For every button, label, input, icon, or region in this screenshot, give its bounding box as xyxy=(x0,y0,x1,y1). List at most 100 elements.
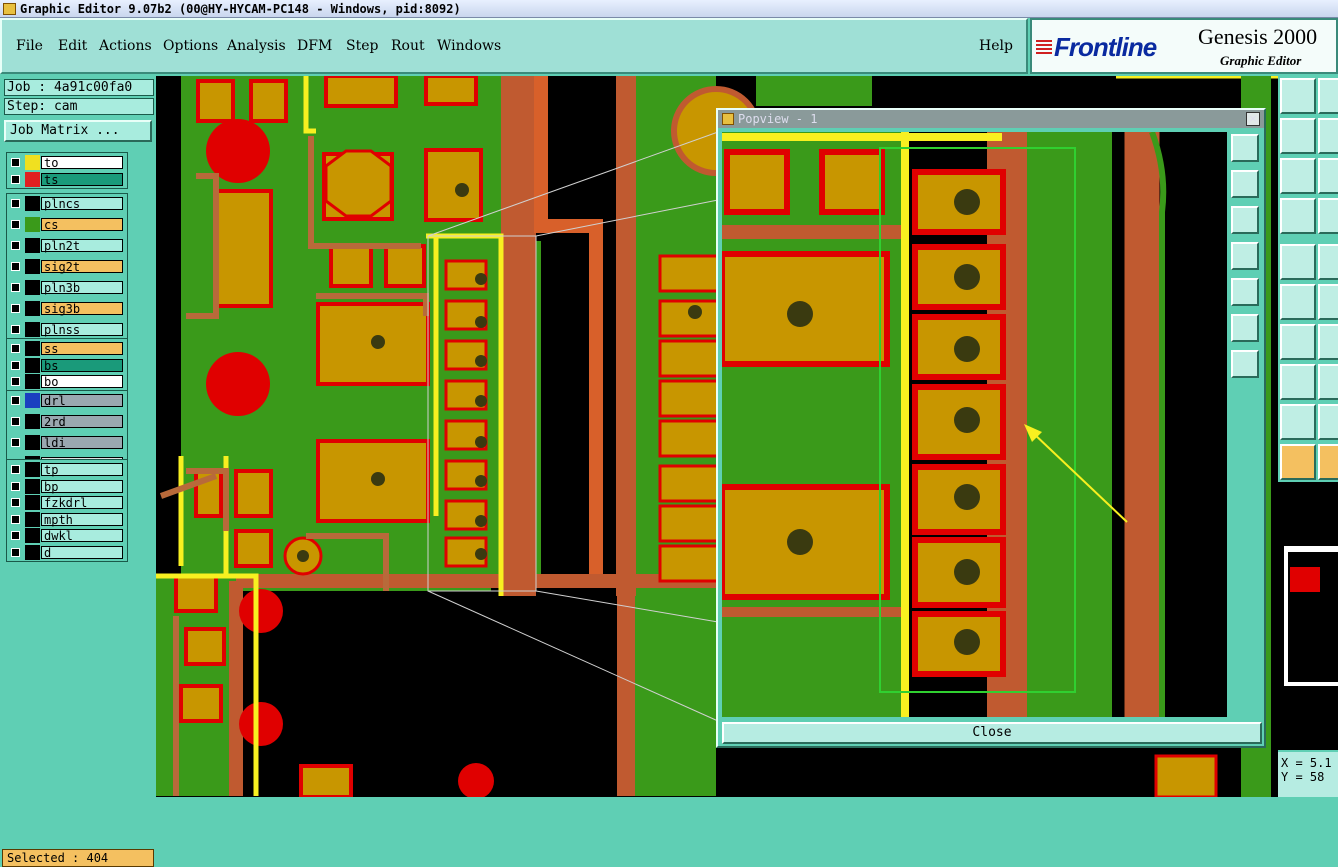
layer-row-pln3b[interactable]: pln3b xyxy=(7,280,127,295)
menu-windows[interactable]: Windows xyxy=(437,38,501,54)
menu-file[interactable]: File xyxy=(16,38,43,54)
layer-name[interactable]: ldi xyxy=(41,436,123,450)
tool-home-icon[interactable] xyxy=(1280,78,1316,114)
layer-name[interactable]: cs xyxy=(41,218,123,232)
layer-name[interactable]: bs xyxy=(41,358,123,372)
layer-name[interactable]: d xyxy=(41,545,123,559)
pop-tool-right-icon[interactable] xyxy=(1231,278,1259,306)
layer-name[interactable]: drl xyxy=(41,394,123,408)
layer-name[interactable]: to xyxy=(41,156,123,170)
layer-checkbox[interactable] xyxy=(11,283,20,292)
menu-help[interactable]: Help xyxy=(979,38,1013,54)
layer-checkbox[interactable] xyxy=(11,481,20,491)
layer-checkbox[interactable] xyxy=(11,438,20,447)
layer-name[interactable]: 2rd xyxy=(41,415,123,429)
layer-checkbox[interactable] xyxy=(11,360,20,370)
layer-row-ts[interactable]: ts xyxy=(7,171,127,187)
layer-name[interactable]: plnss xyxy=(41,323,123,337)
layer-row-drl[interactable]: drl xyxy=(7,393,127,408)
layer-checkbox[interactable] xyxy=(11,325,20,334)
layer-checkbox[interactable] xyxy=(11,262,20,271)
layer-name[interactable]: dwkl xyxy=(41,529,123,543)
layer-row-d[interactable]: d xyxy=(7,544,127,560)
layer-checkbox[interactable] xyxy=(11,547,20,557)
layer-name[interactable]: tp xyxy=(41,463,123,477)
pop-tool-down-icon[interactable] xyxy=(1231,206,1259,234)
tool-cross-icon[interactable] xyxy=(1318,284,1338,320)
tool-pointer2-icon[interactable] xyxy=(1318,444,1338,480)
layer-row-sig2t[interactable]: sig2t xyxy=(7,259,127,274)
tool-angle-icon[interactable] xyxy=(1280,324,1316,360)
layer-row-cs[interactable]: cs xyxy=(7,217,127,232)
tool-zoom-fit2-icon[interactable] xyxy=(1318,158,1338,194)
layer-checkbox[interactable] xyxy=(11,241,20,250)
layer-checkbox[interactable] xyxy=(11,377,20,386)
pop-tool-zoom-in-icon[interactable] xyxy=(1231,314,1259,342)
menu-rout[interactable]: Rout xyxy=(391,38,425,54)
layer-checkbox[interactable] xyxy=(11,396,20,405)
layer-row-ss[interactable]: ss xyxy=(7,341,127,356)
layer-row-mpth[interactable]: mpth xyxy=(7,511,127,527)
tool-pan-icon[interactable] xyxy=(1280,118,1316,154)
layer-checkbox[interactable] xyxy=(11,498,20,507)
layer-checkbox[interactable] xyxy=(11,220,20,229)
tool-triangle2-icon[interactable] xyxy=(1318,404,1338,440)
tool-select-icon[interactable] xyxy=(1280,244,1316,280)
layer-row-bo[interactable]: bo xyxy=(7,374,127,389)
menu-actions[interactable]: Actions xyxy=(99,38,152,54)
tool-snap-icon[interactable] xyxy=(1280,364,1316,400)
layer-name[interactable]: pln2t xyxy=(41,239,123,253)
layer-checkbox[interactable] xyxy=(11,417,20,426)
pop-tool-zoom-out-icon[interactable] xyxy=(1231,350,1259,378)
layer-row-2rd[interactable]: 2rd xyxy=(7,414,127,429)
layer-name[interactable]: plncs xyxy=(41,197,123,211)
layer-row-sig3b[interactable]: sig3b xyxy=(7,301,127,316)
tool-snap2-icon[interactable] xyxy=(1318,364,1338,400)
menu-dfm[interactable]: DFM xyxy=(297,38,332,54)
popview-close-icon[interactable]: × xyxy=(1246,112,1260,126)
menu-edit[interactable]: Edit xyxy=(58,38,87,54)
layer-name[interactable]: fzkdrl xyxy=(41,496,123,510)
popview-title-bar[interactable]: Popview - 1 × xyxy=(718,110,1264,128)
pop-tool-left-icon[interactable] xyxy=(1231,242,1259,270)
tool-pointer-icon[interactable] xyxy=(1280,444,1316,480)
tool-zoom-fit-icon[interactable] xyxy=(1280,158,1316,194)
layer-checkbox[interactable] xyxy=(11,514,20,524)
tool-angle2-icon[interactable] xyxy=(1318,324,1338,360)
layer-checkbox[interactable] xyxy=(11,199,20,208)
layer-name[interactable]: pln3b xyxy=(41,281,123,295)
tool-line-icon[interactable] xyxy=(1318,244,1338,280)
layer-name[interactable]: bo xyxy=(41,375,123,389)
layer-name[interactable]: sig3b xyxy=(41,302,123,316)
job-matrix-button[interactable]: Job Matrix ... xyxy=(4,120,152,142)
tool-home2-icon[interactable] xyxy=(1318,78,1338,114)
pop-tool-fit-icon[interactable] xyxy=(1231,134,1259,162)
layer-name[interactable]: sig2t xyxy=(41,260,123,274)
layer-checkbox[interactable] xyxy=(11,174,20,184)
menu-step[interactable]: Step xyxy=(346,38,378,54)
menu-analysis[interactable]: Analysis xyxy=(227,38,286,54)
layer-name[interactable]: bp xyxy=(41,479,123,493)
layer-row-dwkl[interactable]: dwkl xyxy=(7,528,127,543)
layer-row-to[interactable]: to xyxy=(7,155,127,170)
tool-pan2-icon[interactable] xyxy=(1318,118,1338,154)
mini-map[interactable] xyxy=(1278,482,1338,750)
pop-tool-up-icon[interactable] xyxy=(1231,170,1259,198)
layer-row-plnss[interactable]: plnss xyxy=(7,322,127,337)
layer-checkbox[interactable] xyxy=(11,158,20,167)
tool-measure-icon[interactable] xyxy=(1280,198,1316,234)
layer-row-bs[interactable]: bs xyxy=(7,357,127,373)
tool-triangle-icon[interactable] xyxy=(1280,404,1316,440)
layer-name[interactable]: ts xyxy=(41,172,123,186)
layer-name[interactable]: mpth xyxy=(41,512,123,526)
layer-checkbox[interactable] xyxy=(11,465,20,474)
layer-row-plncs[interactable]: plncs xyxy=(7,196,127,211)
layer-checkbox[interactable] xyxy=(11,344,20,353)
layer-row-fzkdrl[interactable]: fzkdrl xyxy=(7,495,127,510)
tool-net-icon[interactable] xyxy=(1280,284,1316,320)
tool-grid-icon[interactable] xyxy=(1318,198,1338,234)
layer-row-pln2t[interactable]: pln2t xyxy=(7,238,127,253)
menu-options[interactable]: Options xyxy=(163,38,218,54)
popview-window[interactable]: Popview - 1 × Close xyxy=(716,108,1266,748)
layer-checkbox[interactable] xyxy=(11,304,20,313)
